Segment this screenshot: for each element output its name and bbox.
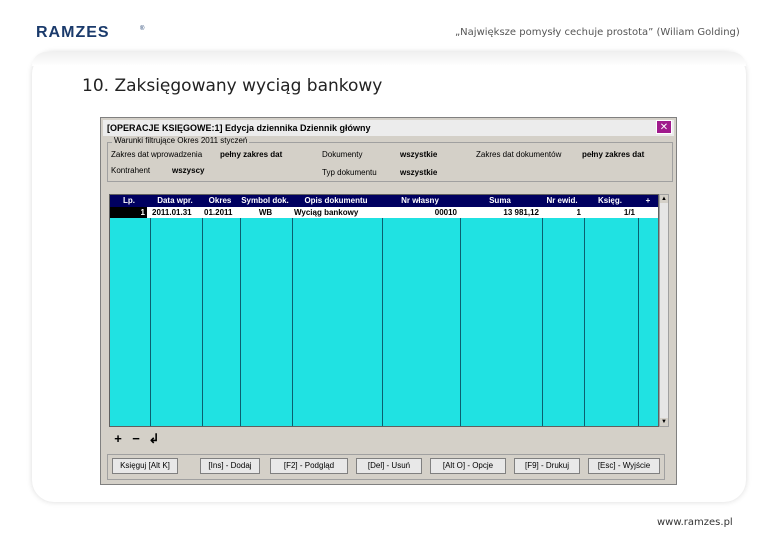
filter-label-doc-type: Typ dokumentu — [322, 168, 377, 177]
footer-url: www.ramzes.pl — [657, 517, 733, 528]
cell-sum: 13 981,12 — [462, 207, 539, 218]
add-button[interactable]: [Ins] - Dodaj — [200, 458, 260, 474]
cell-period: 01.2011 — [204, 207, 237, 218]
cell-own-number: 00010 — [384, 207, 457, 218]
cell-record-number: 1 — [544, 207, 581, 218]
grid-column-divider — [382, 195, 383, 426]
grid-column-divider — [292, 195, 293, 426]
grid-scrollbar[interactable]: ▲ ▼ — [659, 194, 669, 427]
table-row[interactable]: 1 2011.01.31 01.2011 WB Wyciąg bankowy 00010 1… — [110, 207, 658, 218]
logo-text: RAMZES — [36, 24, 110, 41]
column-header-record-number[interactable]: Nr ewid. — [542, 195, 582, 207]
cell-entry-date: 2011.01.31 — [152, 207, 199, 218]
add-row-icon[interactable]: + — [111, 432, 125, 446]
undo-icon[interactable]: ↲ — [147, 432, 161, 446]
action-buttons: Księguj [Alt K] [Ins] - Dodaj [F2] - Podgl… — [107, 454, 665, 480]
grid-column-divider — [460, 195, 461, 426]
app-window: [OPERACJE KSIĘGOWE:1] Edycja dziennika D… — [100, 117, 677, 485]
column-header-doc-description[interactable]: Opis dokumentu — [292, 195, 380, 207]
journal-grid[interactable]: Lp. Data wpr. Okres Symbol dok. Opis dokumen… — [109, 194, 659, 427]
cell-plus — [640, 207, 657, 218]
filter-value-contractor[interactable]: wszyscy — [172, 166, 204, 175]
column-header-posted[interactable]: Księg. — [584, 195, 636, 207]
slide-title: 10. Zaksięgowany wyciąg bankowy — [82, 76, 383, 96]
filter-value-documents[interactable]: wszystkie — [400, 150, 437, 159]
scroll-down-icon[interactable]: ▼ — [660, 418, 668, 426]
options-button[interactable]: [Alt O] - Opcje — [430, 458, 506, 474]
filter-label-entry-dates: Zakres dat wprowadzenia — [111, 150, 203, 159]
registered-mark: ® — [140, 25, 145, 32]
grid-header: Lp. Data wpr. Okres Symbol dok. Opis dokumen… — [110, 195, 658, 207]
post-button[interactable]: Księguj [Alt K] — [112, 458, 178, 474]
filter-value-doc-type[interactable]: wszystkie — [400, 168, 437, 177]
column-header-period[interactable]: Okres — [202, 195, 238, 207]
filter-value-entry-dates[interactable]: pełny zakres dat — [220, 150, 282, 159]
filter-label-contractor: Kontrahent — [111, 166, 151, 175]
cell-doc-description: Wyciąg bankowy — [294, 207, 379, 218]
grid-column-divider — [240, 195, 241, 426]
grid-column-divider — [638, 195, 639, 426]
scroll-up-icon[interactable]: ▲ — [660, 195, 668, 203]
remove-row-icon[interactable]: − — [129, 432, 143, 446]
cell-lp: 1 — [110, 207, 147, 218]
close-icon[interactable]: ✕ — [656, 120, 672, 134]
cell-doc-symbol: WB — [242, 207, 289, 218]
cell-posted: 1/1 — [586, 207, 635, 218]
column-header-plus[interactable]: + — [638, 195, 658, 207]
window-title: [OPERACJE KSIĘGOWE:1] Edycja dziennika D… — [107, 123, 371, 133]
column-header-own-number[interactable]: Nr własny — [382, 195, 458, 207]
print-button[interactable]: [F9] - Drukuj — [514, 458, 580, 474]
column-header-doc-symbol[interactable]: Symbol dok. — [240, 195, 290, 207]
filter-group: Warunki filtrujące Okres 2011 styczeń Za… — [107, 136, 673, 182]
column-header-entry-date[interactable]: Data wpr. — [150, 195, 200, 207]
grid-column-divider — [150, 195, 151, 426]
filter-value-doc-dates[interactable]: pełny zakres dat — [582, 150, 644, 159]
grid-column-divider — [202, 195, 203, 426]
column-header-sum[interactable]: Suma — [460, 195, 540, 207]
filter-label-doc-dates: Zakres dat dokumentów — [476, 150, 562, 159]
grid-column-divider — [584, 195, 585, 426]
preview-button[interactable]: [F2] - Podgląd — [270, 458, 348, 474]
window-titlebar[interactable]: [OPERACJE KSIĘGOWE:1] Edycja dziennika D… — [103, 120, 674, 136]
column-header-lp[interactable]: Lp. — [110, 195, 148, 207]
header-quote: „Największe pomysły cechuje prostota” (W… — [455, 27, 740, 38]
exit-button[interactable]: [Esc] - Wyjście — [588, 458, 660, 474]
filter-legend: Warunki filtrujące Okres 2011 styczeń — [112, 136, 250, 145]
delete-button[interactable]: [Del] - Usuń — [356, 458, 422, 474]
grid-column-divider — [542, 195, 543, 426]
ramzes-logo: RAMZES ® — [36, 24, 145, 41]
filter-label-documents: Dokumenty — [322, 150, 363, 159]
